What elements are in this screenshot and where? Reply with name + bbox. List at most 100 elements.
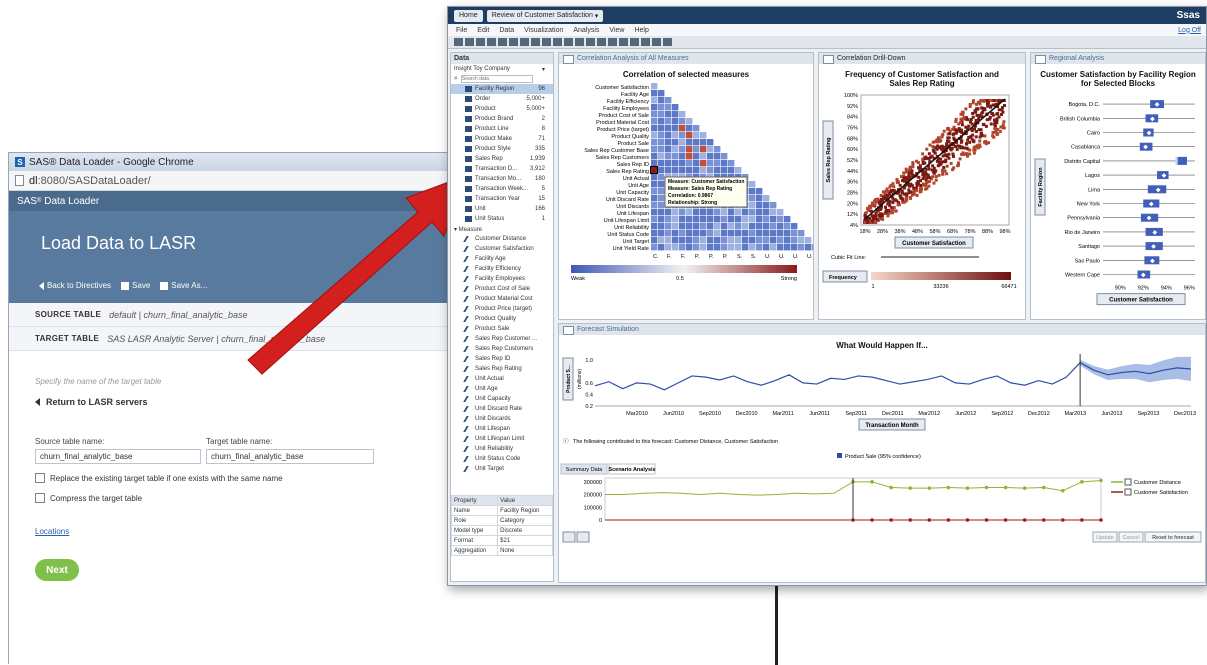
prop-value[interactable]: Category (497, 515, 553, 526)
bar-chart-icon[interactable] (553, 38, 562, 46)
menu-file[interactable]: File (456, 27, 467, 34)
search-data-input[interactable] (460, 75, 533, 83)
pointer-icon[interactable] (531, 38, 540, 46)
prop-value[interactable]: None (497, 545, 553, 556)
category-item[interactable]: Product 5,000+ (451, 104, 553, 114)
measure-item[interactable]: Unit Actual (451, 374, 553, 384)
frequency-cell (875, 198, 879, 202)
line-chart-icon[interactable] (564, 38, 573, 46)
open-icon[interactable] (465, 38, 474, 46)
back-to-directives-button[interactable]: Back to Directives (39, 281, 111, 290)
forecast-icon[interactable] (663, 38, 672, 46)
return-to-lasr-link[interactable]: Return to LASR servers (35, 397, 148, 407)
forecast-panel-tab[interactable]: Forecast Simulation (559, 324, 1205, 335)
category-item[interactable]: Unit 166 (451, 204, 553, 214)
category-item[interactable]: Transaction Mo... 180 (451, 174, 553, 184)
redo-icon[interactable] (498, 38, 507, 46)
heatmap-icon[interactable] (586, 38, 595, 46)
save-as-button[interactable]: Save As... (160, 281, 207, 290)
measure-item[interactable]: Unit Status Code (451, 454, 553, 464)
report-tab[interactable]: Review of Customer Satisfaction ▾ (486, 9, 604, 22)
drill-down-panel-tab[interactable]: Correlation Drill-Down (819, 53, 1025, 64)
measure-item[interactable]: Unit Reliability (451, 444, 553, 454)
measure-item[interactable]: Product Material Cost (451, 294, 553, 304)
measure-item[interactable]: Unit Target (451, 464, 553, 474)
category-item[interactable]: Unit Status 1 (451, 214, 553, 224)
measure-item[interactable]: Product Price (target) (451, 304, 553, 314)
menu-help[interactable]: Help (634, 27, 648, 34)
save-icon[interactable] (476, 38, 485, 46)
frequency-cell (945, 164, 949, 168)
measure-item[interactable]: Unit Capacity (451, 394, 553, 404)
category-item[interactable]: Transaction Year 15 (451, 194, 553, 204)
table-icon[interactable] (520, 38, 529, 46)
geo-map-icon[interactable] (630, 38, 639, 46)
measure-item[interactable]: Product Quality (451, 314, 553, 324)
measure-item[interactable]: Product Sale (451, 324, 553, 334)
measure-item[interactable]: Sales Rep Customer ... (451, 334, 553, 344)
new-icon[interactable] (454, 38, 463, 46)
measure-item[interactable]: Unit Lifespan (451, 424, 553, 434)
measure-item[interactable]: Facility Efficiency (451, 264, 553, 274)
frequency-heatmap[interactable]: Sales Rep Rating 100% 92% 84% 76% 68% 60% 52% 44… (819, 89, 1025, 319)
forecast-chart[interactable]: Product S... (millions)1.0 0.6 0.4 0.2 Mar201… (559, 344, 1205, 584)
frequency-cell (938, 163, 942, 167)
measure-item[interactable]: Facility Age (451, 254, 553, 264)
measure-item[interactable]: Facility Employees (451, 274, 553, 284)
compress-table-checkbox[interactable]: Compress the target table (35, 493, 142, 503)
category-item[interactable]: Facility Region 96 (451, 84, 553, 94)
refresh-icon[interactable] (509, 38, 518, 46)
treemap-icon[interactable] (641, 38, 650, 46)
menu-data[interactable]: Data (499, 27, 514, 34)
heatmap-cell (658, 237, 665, 244)
category-item[interactable]: Product Make 71 (451, 134, 553, 144)
next-button[interactable]: Next (35, 559, 79, 581)
source-name-field[interactable] (35, 449, 201, 464)
replace-table-checkbox[interactable]: Replace the existing target table if one… (35, 473, 283, 483)
category-item[interactable]: Order 5,000+ (451, 94, 553, 104)
correlation-icon[interactable] (652, 38, 661, 46)
menu-edit[interactable]: Edit (477, 27, 489, 34)
category-item[interactable]: Product Line 8 (451, 124, 553, 134)
measure-item[interactable]: Unit Discards (451, 414, 553, 424)
measure-item[interactable]: Sales Rep Customers (451, 344, 553, 354)
measure-item[interactable]: Unit Discard Rate (451, 404, 553, 414)
check-icon[interactable] (542, 38, 551, 46)
measure-item[interactable]: Customer Distance (451, 234, 553, 244)
bubble-icon[interactable] (597, 38, 606, 46)
measure-item[interactable]: Sales Rep ID (451, 354, 553, 364)
menu-analysis[interactable]: Analysis (573, 27, 599, 34)
data-source-select[interactable]: Insight Toy Company ▾ (451, 64, 553, 74)
target-name-field[interactable] (206, 449, 374, 464)
measure-item[interactable]: Product Cost of Sale (451, 284, 553, 294)
regional-panel-tab[interactable]: Regional Analysis (1031, 53, 1205, 64)
box-plot[interactable]: Facility Region Bogota, D.C. ◆ British Colu… (1031, 89, 1205, 319)
log-off-link[interactable]: Log Off (1178, 27, 1206, 34)
category-item[interactable]: Transaction D... 3,912 (451, 164, 553, 174)
x-tick-label: Sep2011 (845, 411, 867, 417)
category-item[interactable]: Sales Rep 1,939 (451, 154, 553, 164)
measure-item[interactable]: Unit Lifespan Limit (451, 434, 553, 444)
measure-item[interactable]: Customer Satisfaction (451, 244, 553, 254)
correlation-heatmap[interactable]: Customer SatisfactionFacility AgeFacilit… (559, 79, 813, 319)
measure-item[interactable]: Unit Age (451, 384, 553, 394)
y-tick-label: 36% (847, 180, 858, 186)
category-item[interactable]: Product Style 335 (451, 144, 553, 154)
prop-value[interactable]: $21 (497, 535, 553, 546)
save-button[interactable]: Save (121, 281, 150, 290)
undo-icon[interactable] (487, 38, 496, 46)
prop-value[interactable]: Facility Region (497, 505, 553, 516)
histogram-icon[interactable] (608, 38, 617, 46)
prop-value[interactable]: Discrete (497, 525, 553, 536)
box-plot-icon[interactable] (619, 38, 628, 46)
category-item[interactable]: Transaction Week... 5 (451, 184, 553, 194)
menu-visualization[interactable]: Visualization (524, 27, 563, 34)
menu-view[interactable]: View (609, 27, 624, 34)
measure-group-header[interactable]: ▾ Measure (451, 224, 553, 234)
home-tab[interactable]: Home (454, 9, 483, 22)
category-item[interactable]: Product Brand 2 (451, 114, 553, 124)
locations-link[interactable]: Locations (35, 527, 69, 536)
measure-item[interactable]: Sales Rep Rating (451, 364, 553, 374)
scatter-icon[interactable] (575, 38, 584, 46)
correlation-panel-tab[interactable]: Correlation Analysis of All Measures (559, 53, 813, 64)
